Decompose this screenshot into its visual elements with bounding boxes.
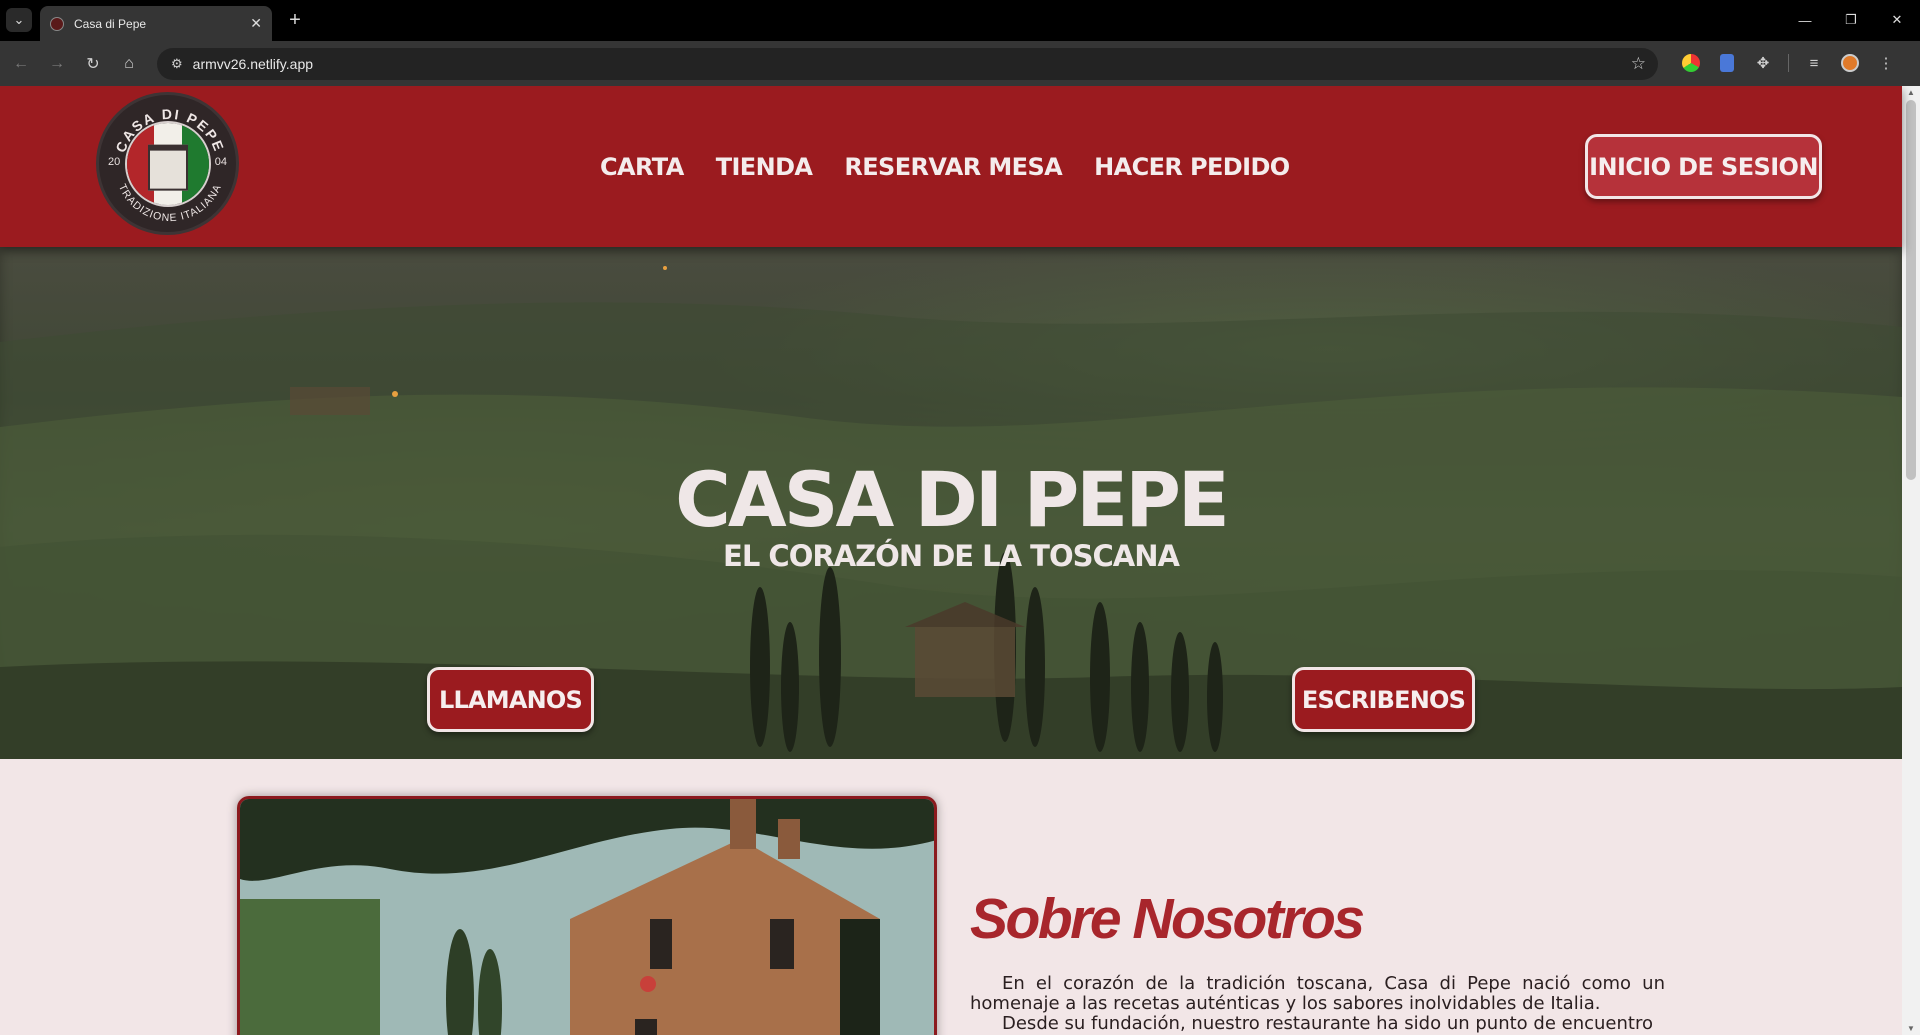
nav-hacer-pedido[interactable]: HACER PEDIDO [1094, 153, 1290, 181]
site-header: CASA DI PEPE TRADIZIONE ITALIANA 20 04 C… [0, 86, 1902, 247]
svg-text:TRADIZIONE ITALIANA: TRADIZIONE ITALIANA [116, 182, 224, 224]
forward-icon[interactable]: → [44, 51, 70, 77]
restore-icon[interactable]: ❐ [1828, 0, 1874, 40]
address-bar[interactable]: ⚙ armvv26.netlify.app ☆ [157, 48, 1658, 80]
home-icon[interactable]: ⌂ [116, 51, 142, 77]
browser-tab-bar: ⌄ Casa di Pepe ✕ + — ❐ ✕ [0, 0, 1920, 41]
favicon-icon [50, 16, 64, 31]
browser-tab[interactable]: Casa di Pepe ✕ [40, 6, 272, 41]
scrollbar-thumb[interactable] [1906, 100, 1916, 480]
nav-tienda[interactable]: TIENDA [716, 153, 813, 181]
minimize-icon[interactable]: — [1782, 0, 1828, 40]
extension-icon[interactable] [1716, 52, 1738, 74]
hero-section: CASA DI PEPE EL CORAZÓN DE LA TOSCANA LL… [0, 247, 1902, 759]
about-paragraph: En el corazón de la tradición toscana, C… [970, 973, 1665, 1014]
reload-icon[interactable]: ↻ [80, 51, 106, 77]
puzzle-icon[interactable]: ✥ [1752, 52, 1774, 74]
hero-title: CASA DI PEPE [675, 455, 1230, 544]
about-paragraph: Desde su fundación, nuestro restaurante … [1002, 1013, 1653, 1034]
logo[interactable]: CASA DI PEPE TRADIZIONE ITALIANA 20 04 [96, 92, 239, 235]
avatar[interactable] [1839, 52, 1861, 74]
about-villa-image [237, 796, 937, 1035]
login-button-label: INICIO DE SESION [1589, 152, 1818, 181]
about-text: En el corazón de la tradición toscana, C… [970, 974, 1665, 1034]
write-button[interactable]: ESCRIBENOS [1292, 667, 1475, 732]
toolbar-divider [1788, 54, 1789, 72]
window-controls: — ❐ ✕ [1782, 0, 1920, 40]
extensions-area: ✥ ≡ ⋮ [1680, 52, 1897, 74]
nav-reservar-mesa[interactable]: RESERVAR MESA [844, 153, 1062, 181]
call-button-label: LLAMANOS [439, 685, 583, 714]
page-viewport: CASA DI PEPE TRADIZIONE ITALIANA 20 04 C… [0, 86, 1920, 1035]
about-title: Sobre Nosotros [970, 887, 1365, 951]
svg-text:CASA DI PEPE: CASA DI PEPE [112, 106, 227, 155]
logo-year-left: 20 [108, 156, 121, 168]
scroll-up-icon[interactable]: ▲ [1907, 88, 1915, 97]
main-nav: CARTA TIENDA RESERVAR MESA HACER PEDIDO [600, 153, 1290, 181]
write-button-label: ESCRIBENOS [1301, 685, 1466, 714]
call-button[interactable]: LLAMANOS [427, 667, 594, 732]
scroll-down-icon[interactable]: ▼ [1907, 1024, 1915, 1033]
browser-toolbar: ← → ↻ ⌂ ⚙ armvv26.netlify.app ☆ ✥ ≡ ⋮ [0, 41, 1920, 86]
site-info-icon[interactable]: ⚙ [171, 56, 183, 72]
hero-subtitle: EL CORAZÓN DE LA TOSCANA [723, 539, 1180, 573]
close-window-icon[interactable]: ✕ [1874, 0, 1920, 40]
menu-icon[interactable]: ⋮ [1875, 52, 1897, 74]
tab-title: Casa di Pepe [74, 16, 147, 31]
logo-year-right: 04 [214, 156, 227, 168]
back-icon[interactable]: ← [8, 51, 34, 77]
tab-search-icon[interactable]: ⌄ [6, 8, 32, 32]
bookmark-star-icon[interactable]: ☆ [1631, 54, 1646, 74]
media-icon[interactable]: ≡ [1803, 52, 1825, 74]
page-scrollbar[interactable]: ▲ ▼ [1902, 86, 1920, 1035]
extension-icon[interactable] [1680, 52, 1702, 74]
login-button[interactable]: INICIO DE SESION [1585, 134, 1822, 199]
villa-photo [240, 799, 934, 1035]
new-tab-icon[interactable]: + [282, 8, 308, 32]
close-tab-icon[interactable]: ✕ [250, 15, 262, 32]
nav-carta[interactable]: CARTA [600, 153, 684, 181]
url-text[interactable]: armvv26.netlify.app [193, 56, 313, 72]
